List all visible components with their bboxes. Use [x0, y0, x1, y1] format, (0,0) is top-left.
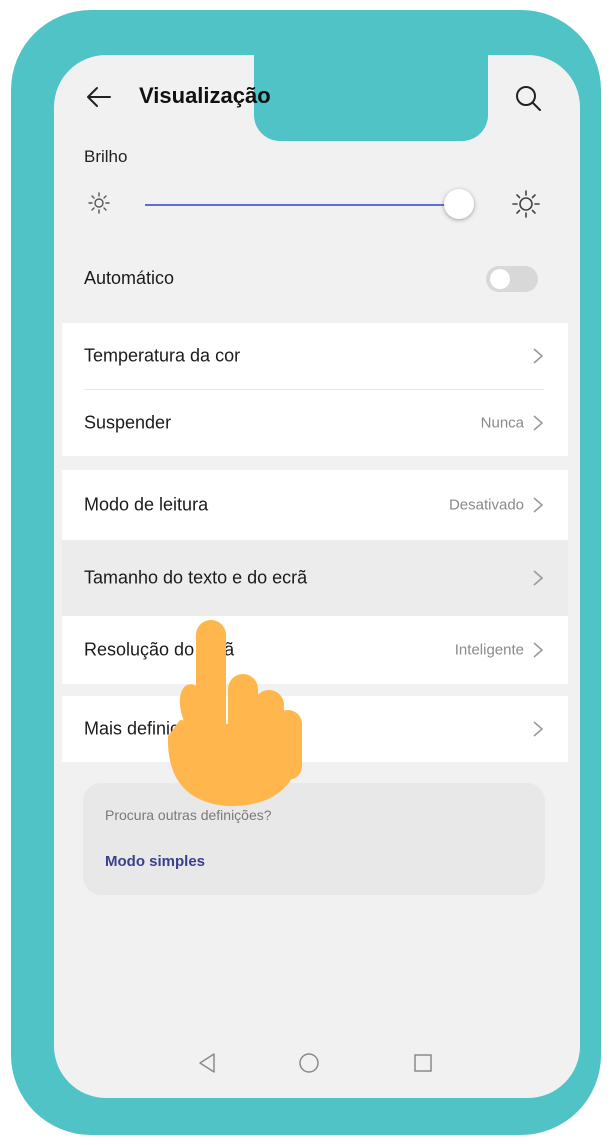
setting-label: Tamanho do texto e do ecrã: [84, 567, 308, 588]
tapping-hand-icon: [167, 620, 302, 807]
setting-row-suspend[interactable]: Suspender Nunca: [62, 390, 568, 456]
brightness-slider-thumb[interactable]: [443, 189, 474, 219]
chevron-right-icon: [533, 642, 544, 658]
automatic-label: Automático: [84, 268, 175, 288]
setting-row-resolution[interactable]: Resolução do ecrã Inteligente: [62, 616, 568, 684]
setting-label: Temperatura da cor: [84, 345, 241, 366]
circle-home-icon[interactable]: [298, 1052, 320, 1074]
app-header: Visualização: [0, 0, 612, 140]
automatic-toggle[interactable]: [486, 266, 538, 292]
setting-row-text-size[interactable]: Tamanho do texto e do ecrã: [62, 540, 568, 616]
sun-small-icon: [88, 192, 110, 214]
simple-mode-link[interactable]: Modo simples: [105, 853, 205, 870]
sun-large-icon: [512, 190, 540, 218]
brightness-label: Brilho: [84, 147, 128, 166]
arrow-left-icon[interactable]: [86, 84, 112, 110]
page-title: Visualização: [139, 83, 271, 108]
chevron-right-icon: [533, 348, 544, 364]
square-recent-icon[interactable]: [413, 1053, 433, 1073]
setting-label: Modo de leitura: [84, 494, 209, 515]
toggle-knob: [490, 269, 510, 289]
setting-row-temperature[interactable]: Temperatura da cor: [62, 323, 568, 389]
chevron-right-icon: [533, 721, 544, 737]
settings-group-color: Temperatura da cor Suspender Nunca: [62, 323, 568, 456]
setting-row-reading-mode[interactable]: Modo de leitura Desativado: [62, 470, 568, 540]
setting-value: Desativado: [448, 496, 524, 514]
triangle-back-icon[interactable]: [196, 1052, 218, 1074]
chevron-right-icon: [533, 497, 544, 513]
setting-label: Suspender: [84, 412, 172, 433]
chevron-right-icon: [533, 415, 544, 431]
search-icon[interactable]: [514, 84, 542, 112]
settings-group-display: Modo de leitura Desativado Tamanho do te…: [62, 470, 568, 684]
brightness-slider-track[interactable]: [145, 204, 459, 206]
settings-group-more: Mais definições de ecrã: [62, 696, 568, 762]
chevron-right-icon: [533, 570, 544, 586]
setting-value: Inteligente: [454, 641, 524, 659]
setting-row-more[interactable]: Mais definições de ecrã: [62, 696, 568, 762]
setting-value: Nunca: [480, 414, 524, 432]
